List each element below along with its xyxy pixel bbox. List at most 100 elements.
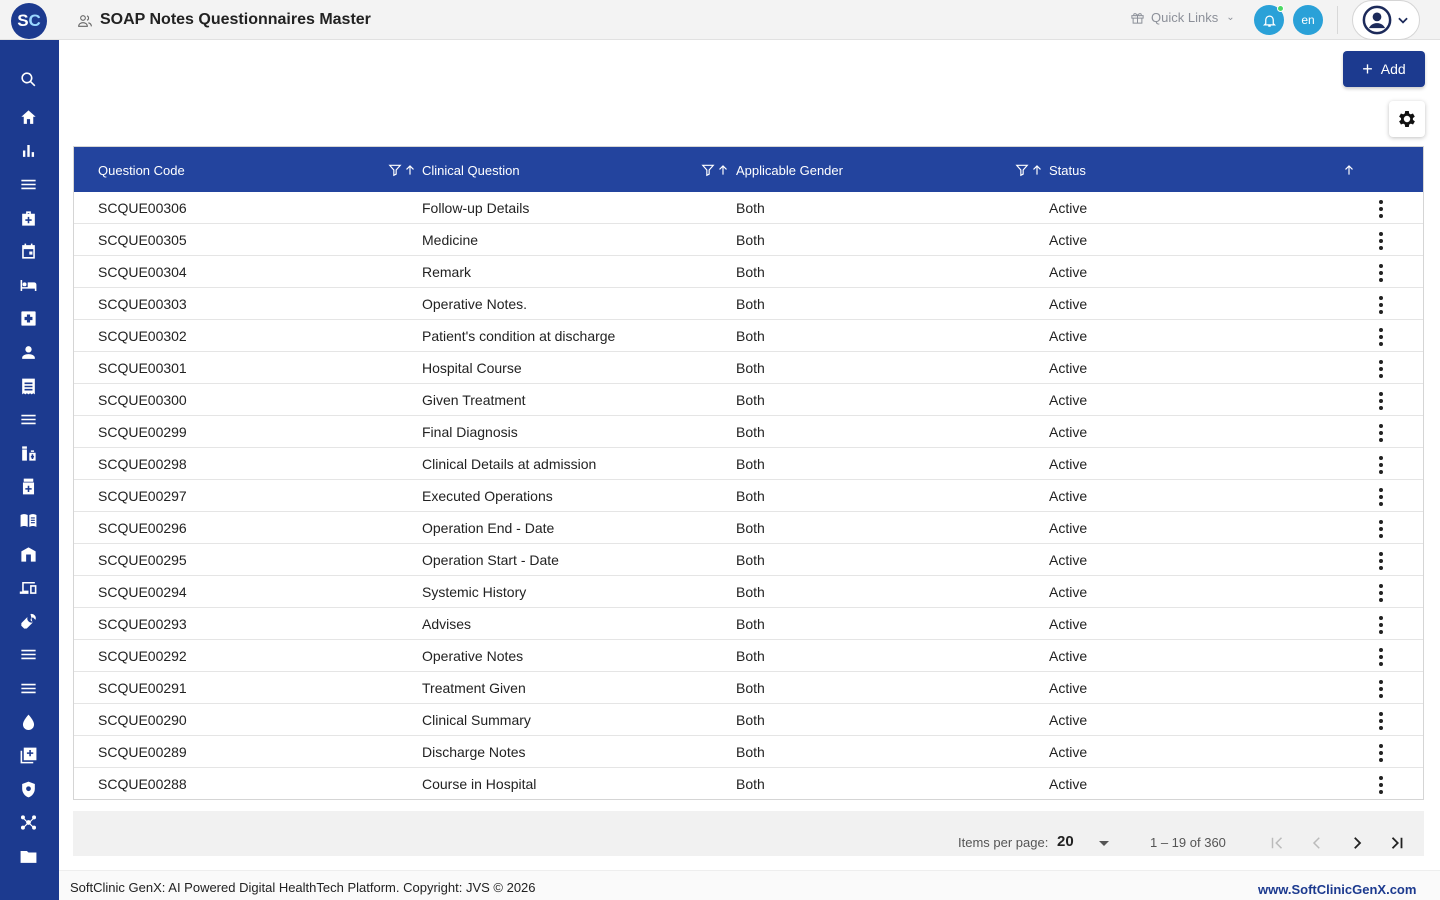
menu-icon[interactable]	[17, 173, 39, 195]
add-button[interactable]: + Add	[1343, 51, 1425, 87]
next-page-button[interactable]	[1347, 833, 1367, 853]
table-row[interactable]: SCQUE00295 Operation Start - Date Both Acti…	[74, 544, 1423, 576]
items-per-page-select[interactable]: 20	[1057, 833, 1074, 850]
sort-up-icon[interactable]	[1342, 163, 1356, 177]
home-icon[interactable]	[17, 106, 39, 128]
list-icon[interactable]	[17, 408, 39, 430]
clinical-question-cell: Operative Notes	[422, 648, 524, 664]
table-row[interactable]: SCQUE00306 Follow-up Details Both Active	[74, 192, 1423, 224]
medical-bag-icon[interactable]	[17, 207, 39, 229]
lines-icon[interactable]	[17, 643, 39, 665]
shield-icon[interactable]	[17, 778, 39, 800]
more-actions-icon[interactable]	[1374, 680, 1388, 698]
website-link[interactable]: www.SoftClinicGenX.com	[1258, 882, 1416, 897]
copyright-text: SoftClinic GenX: AI Powered Digital Heal…	[70, 880, 536, 895]
table-row[interactable]: SCQUE00298 Clinical Details at admission B…	[74, 448, 1423, 480]
more-actions-icon[interactable]	[1374, 552, 1388, 570]
table-row[interactable]: SCQUE00296 Operation End - Date Both Active	[74, 512, 1423, 544]
dropdown-arrow-icon[interactable]	[1099, 841, 1109, 846]
sort-up-icon[interactable]	[403, 163, 417, 177]
medicine-box-icon[interactable]	[17, 475, 39, 497]
clinical-question-cell: Medicine	[422, 232, 479, 248]
add-library-icon[interactable]	[17, 744, 39, 766]
more-actions-icon[interactable]	[1374, 616, 1388, 634]
wrench-icon[interactable]	[17, 610, 39, 632]
table-row[interactable]: SCQUE00293 Advises Both Active	[74, 608, 1423, 640]
filter-icon[interactable]	[1015, 163, 1029, 177]
column-header-question-code[interactable]: Question Code	[98, 163, 185, 178]
question-code-cell: SCQUE00293	[98, 616, 187, 632]
table-row[interactable]: SCQUE00290 Clinical Summary Both Active	[74, 704, 1423, 736]
table-row[interactable]: SCQUE00288 Course in Hospital Both Active	[74, 768, 1423, 799]
first-page-button[interactable]	[1267, 833, 1287, 853]
quick-links-menu[interactable]: Quick Links ⌄	[1130, 10, 1235, 25]
more-actions-icon[interactable]	[1374, 712, 1388, 730]
folder-icon[interactable]	[17, 845, 39, 867]
clinical-question-cell: Clinical Details at admission	[422, 456, 597, 472]
clinical-question-cell: Operation End - Date	[422, 520, 555, 536]
last-page-button[interactable]	[1387, 833, 1407, 853]
more-actions-icon[interactable]	[1374, 200, 1388, 218]
table-row[interactable]: SCQUE00297 Executed Operations Both Active	[74, 480, 1423, 512]
table-row[interactable]: SCQUE00300 Given Treatment Both Active	[74, 384, 1423, 416]
more-actions-icon[interactable]	[1374, 488, 1388, 506]
app-logo[interactable]: SC	[11, 3, 47, 39]
sort-up-icon[interactable]	[716, 163, 730, 177]
gender-cell: Both	[736, 744, 765, 760]
column-header-clinical-question[interactable]: Clinical Question	[422, 163, 520, 178]
more-actions-icon[interactable]	[1374, 744, 1388, 762]
more-actions-icon[interactable]	[1374, 456, 1388, 474]
menu-lines-icon[interactable]	[17, 677, 39, 699]
table-row[interactable]: SCQUE00304 Remark Both Active	[74, 256, 1423, 288]
table-row[interactable]: SCQUE00289 Discharge Notes Both Active	[74, 736, 1423, 768]
language-button[interactable]: en	[1293, 5, 1323, 35]
table-settings-button[interactable]	[1389, 101, 1425, 137]
filter-icon[interactable]	[388, 163, 402, 177]
paginator: Items per page: 20 1 – 19 of 360	[73, 811, 1424, 856]
network-icon[interactable]	[17, 811, 39, 833]
previous-page-button[interactable]	[1307, 833, 1327, 853]
table-row[interactable]: SCQUE00301 Hospital Course Both Active	[74, 352, 1423, 384]
more-actions-icon[interactable]	[1374, 424, 1388, 442]
bed-icon[interactable]	[17, 274, 39, 296]
drop-icon[interactable]	[17, 711, 39, 733]
devices-icon[interactable]	[17, 576, 39, 598]
medical-plus-icon[interactable]	[17, 307, 39, 329]
more-actions-icon[interactable]	[1374, 584, 1388, 602]
user-menu-button[interactable]	[1352, 0, 1420, 40]
column-header-applicable-gender[interactable]: Applicable Gender	[736, 163, 843, 178]
table-row[interactable]: SCQUE00302 Patient's condition at dischar…	[74, 320, 1423, 352]
person-icon[interactable]	[17, 341, 39, 363]
gender-cell: Both	[736, 680, 765, 696]
more-actions-icon[interactable]	[1374, 232, 1388, 250]
bar-chart-icon[interactable]	[17, 139, 39, 161]
more-actions-icon[interactable]	[1374, 776, 1388, 794]
chevron-down-icon	[1398, 17, 1408, 24]
pharmacy-icon[interactable]	[17, 442, 39, 464]
clinical-question-cell: Treatment Given	[422, 680, 526, 696]
more-actions-icon[interactable]	[1374, 328, 1388, 346]
table-row[interactable]: SCQUE00294 Systemic History Both Active	[74, 576, 1423, 608]
table-row[interactable]: SCQUE00291 Treatment Given Both Active	[74, 672, 1423, 704]
table-row[interactable]: SCQUE00292 Operative Notes Both Active	[74, 640, 1423, 672]
column-header-status[interactable]: Status	[1049, 163, 1086, 178]
table-row[interactable]: SCQUE00305 Medicine Both Active	[74, 224, 1423, 256]
calendar-icon[interactable]	[17, 240, 39, 262]
chevron-left-icon	[1312, 837, 1320, 849]
store-icon[interactable]	[17, 543, 39, 565]
clinical-question-cell: Follow-up Details	[422, 200, 530, 216]
more-actions-icon[interactable]	[1374, 520, 1388, 538]
search-icon[interactable]	[17, 68, 39, 90]
table-row[interactable]: SCQUE00303 Operative Notes. Both Active	[74, 288, 1423, 320]
receipt-icon[interactable]	[17, 375, 39, 397]
more-actions-icon[interactable]	[1374, 296, 1388, 314]
book-icon[interactable]	[17, 509, 39, 531]
gender-cell: Both	[736, 776, 765, 792]
more-actions-icon[interactable]	[1374, 392, 1388, 410]
table-row[interactable]: SCQUE00299 Final Diagnosis Both Active	[74, 416, 1423, 448]
more-actions-icon[interactable]	[1374, 264, 1388, 282]
sort-up-icon[interactable]	[1030, 163, 1044, 177]
filter-icon[interactable]	[701, 163, 715, 177]
more-actions-icon[interactable]	[1374, 648, 1388, 666]
more-actions-icon[interactable]	[1374, 360, 1388, 378]
